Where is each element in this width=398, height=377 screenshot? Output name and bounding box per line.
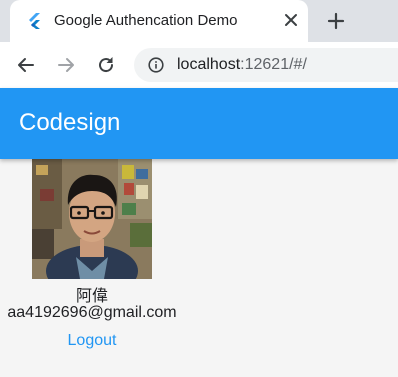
url-host: localhost [177,56,241,73]
info-icon[interactable] [148,57,164,73]
back-arrow-icon[interactable] [16,55,36,75]
plus-icon[interactable] [327,12,345,30]
avatar [32,159,152,279]
user-name: 阿偉 [75,286,108,305]
app-title: Codesign [19,109,121,136]
url-path: :12621/#/ [240,56,307,73]
browser-tab[interactable]: Google Authencation Demo [10,0,308,42]
flutter-icon [29,13,40,29]
forward-arrow-icon[interactable] [56,55,76,75]
profile-photo [32,159,152,279]
browser-toolbar: localhost:12621/#/ [0,42,398,88]
app-bar: Codesign [0,88,398,159]
reload-icon[interactable] [96,55,116,75]
url-text[interactable]: localhost:12621/#/ [177,56,307,74]
profile-panel: 阿偉 aa4192696@gmail.com Logout [0,159,398,377]
tab-title: Google Authencation Demo [54,12,238,29]
browser-tabstrip: Google Authencation Demo [0,0,398,42]
user-email: aa4192696@gmail.com [7,304,177,321]
logout-button[interactable]: Logout [0,332,184,350]
close-icon[interactable] [282,11,300,29]
address-bar[interactable]: localhost:12621/#/ [134,48,398,82]
